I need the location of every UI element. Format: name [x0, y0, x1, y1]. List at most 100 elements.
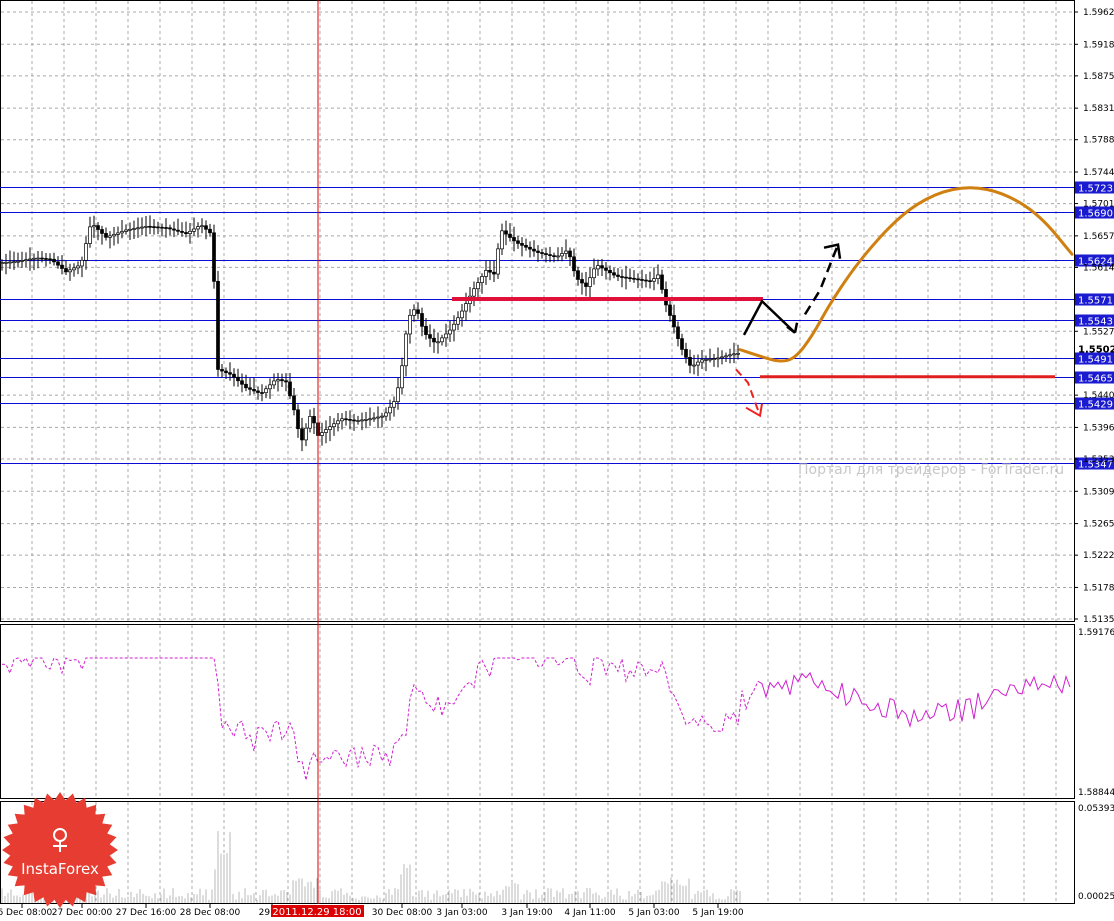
candle-body — [168, 227, 172, 230]
candle-body — [104, 233, 108, 238]
candle-body — [492, 271, 496, 275]
price-tick-label: 1.51780 — [1083, 583, 1114, 593]
candle-body — [440, 337, 444, 343]
candle-body — [180, 230, 184, 233]
candle-body — [592, 268, 596, 279]
candle-body — [208, 228, 212, 234]
candle-body — [164, 227, 168, 229]
level-label: 1.5723 — [1078, 184, 1113, 195]
candle-body — [284, 380, 288, 383]
candle-body — [176, 229, 180, 232]
candle-body — [472, 288, 476, 297]
candle-body — [112, 234, 116, 237]
candle-body — [456, 317, 460, 325]
candle-body — [124, 229, 128, 232]
candle-body — [560, 253, 564, 257]
candle-body — [136, 227, 140, 230]
up-scenario-path — [742, 299, 796, 336]
candle-body — [544, 253, 548, 255]
current-price-label: 1.5502 — [1078, 345, 1114, 356]
candle-body — [608, 270, 612, 274]
candle-body — [716, 357, 720, 360]
candle-body — [192, 228, 196, 232]
candle-body — [400, 365, 404, 389]
candle-body — [624, 276, 628, 279]
candle-body — [144, 225, 148, 228]
candle-body — [636, 278, 640, 281]
candle-body — [540, 252, 544, 254]
candle-body — [728, 354, 732, 357]
candle-body — [204, 225, 208, 230]
candle-body — [196, 226, 200, 230]
candle-body — [4, 261, 8, 264]
candle-body — [36, 257, 40, 260]
candle-body — [656, 274, 660, 279]
price-tick-label: 1.58310 — [1083, 104, 1114, 114]
candle-body — [436, 341, 440, 344]
time-tick-label: 27 Dec 16:00 — [116, 908, 177, 917]
candle-body — [72, 267, 76, 271]
candle-body — [604, 267, 608, 271]
candle-body — [56, 261, 60, 266]
candle-body — [428, 334, 432, 339]
forex-chart: 1.5723 1.5690 1.5624 1.5571 1.5543 1.5491 1.54… — [0, 0, 1114, 918]
candle-body — [632, 277, 636, 280]
candle-body — [12, 261, 16, 264]
candle-body — [200, 225, 204, 228]
candle-body — [388, 406, 392, 414]
candle-body — [600, 265, 604, 269]
candle-body — [220, 369, 224, 372]
level-label: 1.5571 — [1078, 296, 1113, 307]
candle-body — [344, 418, 348, 421]
up-scenario-arrowhead — [793, 322, 799, 333]
candle-body — [412, 309, 416, 316]
price-tick-label: 1.57010 — [1083, 200, 1114, 210]
candle-body — [256, 390, 260, 393]
candle-body — [704, 359, 708, 361]
candle-body — [0, 262, 4, 264]
level-label: 1.5429 — [1078, 400, 1113, 411]
candle-body — [692, 364, 696, 367]
candle-body — [364, 419, 368, 421]
candle-body — [184, 232, 188, 235]
candle-body — [300, 428, 304, 441]
candle-body — [648, 280, 652, 282]
candle-body — [416, 309, 420, 314]
candle-body — [32, 257, 36, 260]
candle-body — [512, 237, 516, 242]
candle-body — [396, 387, 400, 402]
candle-body — [156, 226, 160, 229]
candle-body — [68, 269, 72, 273]
candle-body — [700, 359, 704, 363]
candle-body — [588, 277, 592, 287]
candle-body — [628, 277, 632, 280]
candle-body — [296, 409, 300, 430]
candle-body — [640, 279, 644, 281]
candle-body — [276, 379, 280, 382]
indicator-tick-label: 1.58844 — [1078, 788, 1114, 798]
candle-body — [132, 228, 136, 230]
candle-body — [696, 361, 700, 366]
candle-body — [392, 401, 396, 408]
price-tick-label: 1.51350 — [1083, 615, 1114, 625]
annotation-layer — [452, 186, 1074, 418]
candle-body — [424, 325, 428, 335]
price-tick-label: 1.53530 — [1083, 455, 1114, 465]
price-tick-label: 1.59180 — [1083, 40, 1114, 50]
candle-body — [652, 278, 656, 282]
candle-body — [556, 255, 560, 258]
candle-body — [612, 272, 616, 276]
candle-body — [260, 392, 264, 394]
candle-body — [444, 333, 448, 339]
watermark-text: Портал для трейдеров - ForTrader.ru — [798, 462, 1064, 478]
price-tick-label: 1.53960 — [1083, 423, 1114, 433]
candle-body — [688, 356, 692, 366]
price-tick-label: 1.57440 — [1083, 168, 1114, 178]
candle-body — [496, 248, 500, 275]
price-tick-label: 1.57880 — [1083, 136, 1114, 146]
candle-body — [40, 257, 44, 260]
candle-body — [460, 310, 464, 319]
level-label: 1.5465 — [1078, 374, 1113, 385]
candle-body — [252, 389, 256, 392]
candle-body — [380, 415, 384, 418]
